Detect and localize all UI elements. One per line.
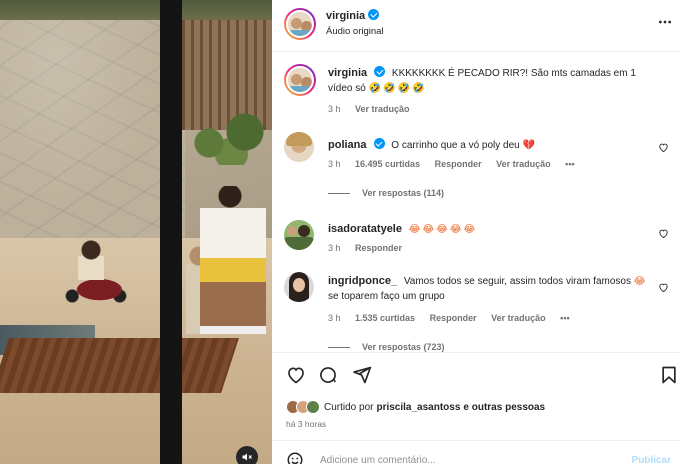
translate-link[interactable]: Ver tradução bbox=[491, 313, 546, 323]
caption: virginia KKKKKKKK É PECADO RIR?! São mts… bbox=[284, 64, 669, 126]
reply-button[interactable]: Responder bbox=[355, 243, 402, 253]
liker-avatar[interactable] bbox=[306, 400, 320, 414]
comment-username[interactable]: isadoratatyele bbox=[328, 223, 402, 235]
publish-button[interactable]: Publicar bbox=[632, 455, 671, 464]
reply-button[interactable]: Responder bbox=[435, 159, 482, 169]
comment-heart-icon[interactable] bbox=[658, 228, 669, 239]
comment-text-continued: se toparem faço um grupo bbox=[328, 291, 445, 302]
bookmark-icon[interactable] bbox=[659, 365, 679, 385]
comment-text: Vamos todos se seguir, assim todos viram… bbox=[403, 276, 631, 287]
send-icon[interactable] bbox=[352, 365, 372, 385]
comment-heart-icon[interactable] bbox=[658, 282, 669, 293]
post-video[interactable] bbox=[0, 0, 272, 464]
trees bbox=[0, 0, 272, 20]
caption-emojis: 🤣🤣🤣🤣 bbox=[368, 83, 427, 94]
comment-avatar[interactable] bbox=[284, 272, 314, 302]
comment-text-block: poliana O carrinho que a vó poly deu 💔 bbox=[328, 138, 651, 153]
comment-avatar[interactable] bbox=[284, 132, 314, 162]
plants bbox=[182, 110, 272, 165]
caption-text-block: virginia KKKKKKKK É PECADO RIR?! São mts… bbox=[328, 66, 651, 96]
comment-icon[interactable] bbox=[318, 365, 338, 385]
speaker-muted-icon bbox=[242, 453, 252, 461]
instagram-post-modal: virginia Áudio original virginia KKKKKKK… bbox=[0, 0, 681, 464]
comment-likes[interactable]: 1.535 curtidas bbox=[355, 313, 415, 323]
verified-badge-icon bbox=[368, 9, 380, 20]
audio-label[interactable]: Áudio original bbox=[326, 26, 384, 37]
comment-username[interactable]: ingridponce_ bbox=[328, 275, 397, 287]
comment-meta: 3 h 16.495 curtidas Responder Ver traduç… bbox=[328, 159, 587, 169]
comment-emoji: 😂 bbox=[633, 276, 648, 287]
comment-likes[interactable]: 16.495 curtidas bbox=[355, 159, 420, 169]
more-options-button[interactable] bbox=[657, 14, 673, 35]
comment-time[interactable]: 3 h bbox=[328, 313, 341, 323]
caption-translate-link[interactable]: Ver tradução bbox=[355, 104, 410, 114]
comment-avatar[interactable] bbox=[284, 220, 314, 250]
view-replies-button[interactable]: Ver respostas (723) bbox=[328, 342, 445, 352]
child-on-toy-car bbox=[78, 238, 104, 298]
author-info: virginia Áudio original bbox=[326, 9, 384, 37]
emoji-icon[interactable] bbox=[286, 451, 304, 464]
author-username[interactable]: virginia bbox=[326, 10, 365, 22]
comment-more-button[interactable]: ••• bbox=[560, 313, 569, 323]
foreground-pole bbox=[160, 0, 182, 464]
comment-text-block: isadoratatyele 😂😂😂😂😂 bbox=[328, 222, 651, 237]
liked-by-prefix: Curtido por bbox=[324, 401, 374, 413]
comment-username[interactable]: poliana bbox=[328, 139, 367, 151]
post-time[interactable]: há 3 horas bbox=[286, 419, 326, 429]
wooden-deck bbox=[0, 338, 239, 393]
comment-time[interactable]: 3 h bbox=[328, 159, 341, 169]
comment-item: ingridponce_ Vamos todos se seguir, assi… bbox=[284, 272, 669, 352]
author-avatar[interactable] bbox=[284, 8, 316, 40]
mute-button[interactable] bbox=[236, 446, 258, 464]
caption-avatar[interactable] bbox=[284, 64, 316, 96]
stone-wall bbox=[0, 0, 185, 240]
comment-item: isadoratatyele 😂😂😂😂😂 3 h Responder bbox=[284, 220, 669, 260]
view-replies-button[interactable]: Ver respostas (114) bbox=[328, 188, 444, 198]
comment-heart-icon[interactable] bbox=[658, 142, 669, 153]
liked-by-user[interactable]: priscila_asantoss bbox=[376, 402, 460, 413]
comments-list[interactable]: virginia KKKKKKKK É PECADO RIR?! São mts… bbox=[272, 52, 681, 352]
verified-badge-icon bbox=[374, 66, 386, 77]
caption-meta: 3 h Ver tradução bbox=[328, 104, 422, 114]
heart-icon[interactable] bbox=[286, 365, 306, 385]
comment-item: poliana O carrinho que a vó poly deu 💔 3… bbox=[284, 132, 669, 202]
comment-input[interactable]: Adicione um comentário... bbox=[320, 455, 436, 464]
translate-link[interactable]: Ver tradução bbox=[496, 159, 551, 169]
post-header: virginia Áudio original bbox=[272, 0, 681, 52]
man-walking bbox=[200, 186, 266, 334]
verified-badge-icon bbox=[373, 138, 385, 149]
comment-text-block: ingridponce_ Vamos todos se seguir, assi… bbox=[328, 274, 651, 304]
comment-more-button[interactable]: ••• bbox=[565, 159, 574, 169]
comment-meta: 3 h 1.535 curtidas Responder Ver traduçã… bbox=[328, 313, 582, 323]
caption-time[interactable]: 3 h bbox=[328, 104, 341, 114]
comment-meta: 3 h Responder bbox=[328, 243, 414, 253]
comment-emoji: 😂😂😂😂😂 bbox=[408, 224, 478, 235]
caption-username[interactable]: virginia bbox=[328, 67, 367, 79]
liked-by-others[interactable]: e outras pessoas bbox=[463, 402, 545, 413]
comment-emoji: 💔 bbox=[522, 140, 535, 151]
more-horizontal-icon bbox=[659, 20, 671, 24]
comment-time[interactable]: 3 h bbox=[328, 243, 341, 253]
add-comment-bar: Adicione um comentário... Publicar bbox=[272, 440, 681, 464]
liked-by: Curtido por priscila_asantoss e outras p… bbox=[286, 400, 545, 414]
reply-button[interactable]: Responder bbox=[430, 313, 477, 323]
post-details-panel: virginia Áudio original virginia KKKKKKK… bbox=[272, 0, 681, 464]
comment-text: O carrinho que a vó poly deu bbox=[391, 140, 520, 151]
